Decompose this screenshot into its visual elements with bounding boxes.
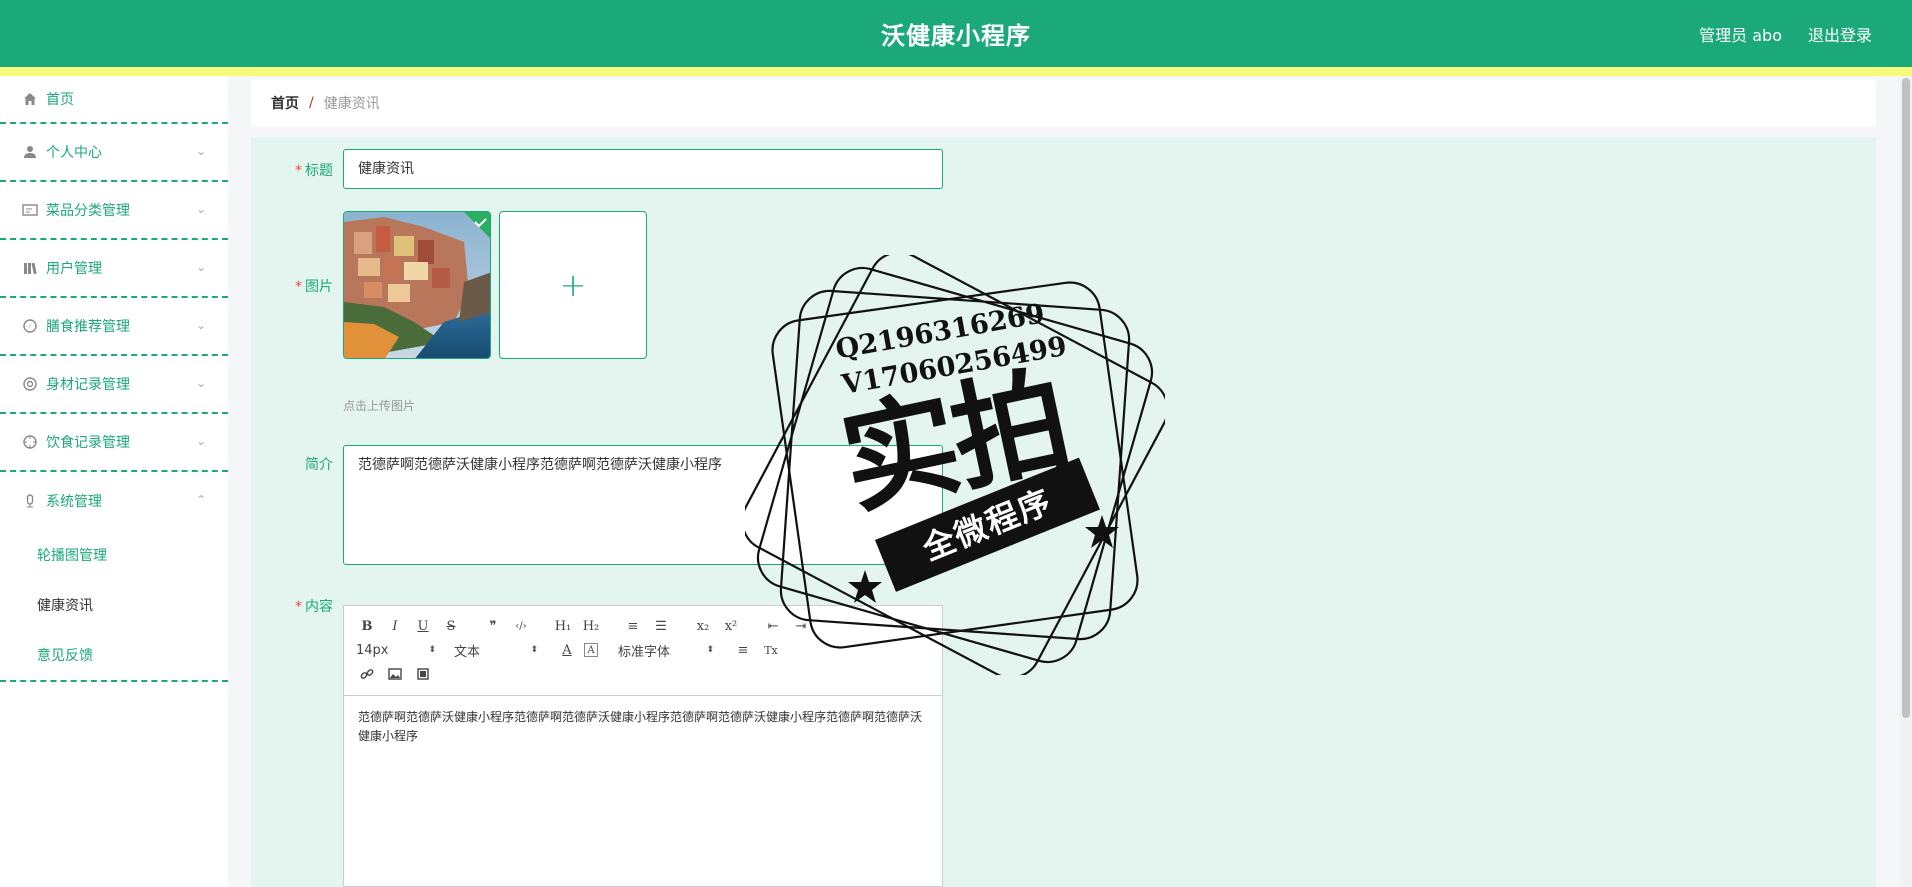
sidebar-item-label: 膳食推荐管理 (46, 319, 130, 335)
chevron-down-icon: ⌄ (195, 376, 206, 390)
chevron-down-icon: ⌄ (195, 202, 206, 216)
editor-content[interactable]: 范德萨啊范德萨沃健康小程序范德萨啊范德萨沃健康小程序范德萨啊范德萨沃健康小程序范… (344, 696, 942, 758)
sidebar-item-body-record[interactable]: 身材记录管理 ⌄ (0, 356, 228, 414)
sidebar-item-dish-category[interactable]: 菜品分类管理 ⌄ (0, 182, 228, 240)
scrollbar-thumb[interactable] (1902, 78, 1910, 718)
sidebar-item-personal-center[interactable]: 个人中心 ⌄ (0, 124, 228, 182)
sidebar-item-system[interactable]: 系统管理 ⌃ (0, 472, 228, 530)
plus-icon: + (559, 266, 587, 304)
page-scrollbar[interactable] (1900, 76, 1912, 887)
image-upload-button[interactable]: + (499, 211, 647, 359)
font-color-button[interactable]: A (556, 640, 578, 660)
header-accent-strip (0, 67, 1912, 76)
bold-button[interactable]: B (356, 616, 378, 636)
admin-username[interactable]: 管理员 abo (1699, 22, 1782, 46)
header-select[interactable]: 文本 ⬍ (454, 640, 538, 660)
sidebar-item-diet-record[interactable]: 饮食记录管理 ⌄ (0, 414, 228, 472)
font-family-select[interactable]: 标准字体 ⬍ (618, 640, 714, 660)
app-title: 沃健康小程序 (881, 22, 1031, 50)
image-icon[interactable] (384, 664, 406, 684)
breadcrumb-separator: / (309, 95, 314, 111)
sidebar-item-label: 用户管理 (46, 261, 102, 277)
background-color-button[interactable]: A (584, 643, 598, 657)
font-size-select[interactable]: 14px ⬍ (356, 640, 436, 660)
title-input[interactable]: 健康资讯 (343, 149, 943, 189)
sidebar-item-label: 个人中心 (46, 145, 102, 161)
clean-format-button[interactable]: Tx (760, 640, 782, 660)
sidebar-item-label: 系统管理 (46, 494, 102, 510)
home-icon (22, 91, 38, 107)
system-submenu: 轮播图管理 健康资讯 意见反馈 (0, 530, 228, 682)
title-label: * 标题 (295, 163, 333, 179)
sidebar-item-user-management[interactable]: 用户管理 ⌄ (0, 240, 228, 298)
chevron-down-icon: ⌄ (195, 434, 206, 448)
chevron-down-icon: ⌄ (195, 144, 206, 158)
chevron-down-icon: ⌄ (195, 260, 206, 274)
breadcrumb-current: 健康资讯 (323, 96, 380, 112)
bullet-list-button[interactable]: ☰ (650, 616, 672, 636)
superscript-button[interactable]: x² (720, 616, 742, 636)
indent-button[interactable]: ⇥ (790, 616, 812, 636)
breadcrumb-home[interactable]: 首页 (271, 93, 299, 113)
sidebar-item-home[interactable]: 首页 (0, 76, 228, 124)
crosshair-icon (22, 434, 38, 450)
sidebar-item-label: 身材记录管理 (46, 377, 130, 393)
strike-button[interactable]: S (440, 616, 462, 636)
sidebar-subitem-feedback[interactable]: 意见反馈 (0, 630, 228, 680)
chevron-down-icon: ⌄ (195, 318, 206, 332)
blockquote-button[interactable]: ❞ (482, 616, 504, 636)
content-label: * 内容 (295, 599, 333, 615)
upload-hint: 点击上传图片 (343, 399, 416, 413)
sidebar: 首页 个人中心 ⌄ 菜品分类管理 ⌄ 用户管理 ⌄ 膳食推荐管理 ⌄ 身材记录管… (0, 76, 228, 887)
sidebar-subitem-carousel[interactable]: 轮播图管理 (0, 530, 228, 580)
card-icon (22, 202, 38, 218)
image-label: * 图片 (295, 279, 333, 295)
h1-button[interactable]: H₁ (552, 616, 574, 636)
chevron-up-icon: ⌃ (195, 493, 206, 507)
top-header: 沃健康小程序 管理员 abo 退出登录 (0, 0, 1912, 67)
outdent-button[interactable]: ⇤ (762, 616, 784, 636)
user-icon (22, 144, 38, 160)
link-icon[interactable] (356, 664, 378, 684)
code-block-button[interactable]: ‹/› (510, 616, 532, 636)
breadcrumb: 首页 / 健康资讯 (251, 79, 1876, 127)
sidebar-item-label: 饮食记录管理 (46, 435, 130, 451)
intro-label: 简介 (305, 457, 333, 473)
sidebar-item-label: 首页 (46, 92, 74, 108)
intro-textarea[interactable]: 范德萨啊范德萨沃健康小程序范德萨啊范德萨沃健康小程序 (343, 445, 943, 565)
sidebar-item-diet-recommend[interactable]: 膳食推荐管理 ⌄ (0, 298, 228, 356)
subscript-button[interactable]: x₂ (692, 616, 714, 636)
ordered-list-button[interactable]: ≡ (622, 616, 644, 636)
compass-icon (22, 318, 38, 334)
align-button[interactable]: ≡ (732, 640, 754, 660)
underline-button[interactable]: U (412, 616, 434, 636)
library-icon (22, 260, 38, 276)
video-icon[interactable] (412, 664, 434, 684)
italic-button[interactable]: I (384, 616, 406, 636)
h2-button[interactable]: H₂ (580, 616, 602, 636)
lifebuoy-icon (22, 376, 38, 392)
logout-button[interactable]: 退出登录 (1808, 22, 1872, 46)
sidebar-item-label: 菜品分类管理 (46, 203, 130, 219)
microphone-icon (22, 493, 38, 509)
editor-toolbar: B I U S ❞ ‹/› H₁ H₂ ≡ ☰ x₂ x² ⇤ ⇥ 14px ⬍ … (344, 606, 942, 696)
rich-text-editor: B I U S ❞ ‹/› H₁ H₂ ≡ ☰ x₂ x² ⇤ ⇥ 14px ⬍ … (343, 605, 943, 887)
uploaded-image-thumbnail[interactable] (343, 211, 491, 359)
sidebar-subitem-health-news[interactable]: 健康资讯 (0, 580, 228, 630)
